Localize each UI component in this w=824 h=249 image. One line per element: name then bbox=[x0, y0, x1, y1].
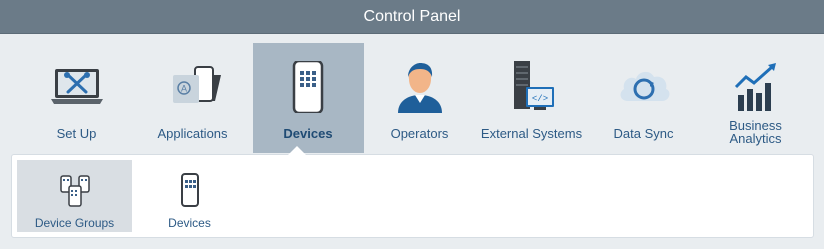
nav-item-business-analytics[interactable]: Business Analytics bbox=[700, 43, 812, 153]
server-code-icon: </> bbox=[513, 61, 554, 110]
sub-item-device-groups[interactable]: Device Groups bbox=[17, 160, 132, 232]
sub-item-label: Device Groups bbox=[34, 216, 115, 230]
smartphone-icon bbox=[292, 61, 324, 113]
cloud-sync-icon bbox=[620, 71, 669, 101]
analytics-chart-icon bbox=[734, 63, 776, 111]
applications-icon: A bbox=[172, 66, 221, 103]
nav-label: External Systems bbox=[480, 126, 583, 141]
device-groups-icon bbox=[59, 175, 90, 207]
nav-item-applications[interactable]: A Applications bbox=[137, 43, 249, 153]
sub-item-label: Devices bbox=[168, 216, 211, 230]
device-icon bbox=[180, 173, 199, 207]
nav-item-external-systems[interactable]: </> External Systems bbox=[476, 43, 588, 153]
nav-item-setup[interactable]: Set Up bbox=[21, 43, 133, 153]
nav-item-operators[interactable]: Operators bbox=[364, 43, 476, 153]
nav-item-devices[interactable]: Devices bbox=[252, 43, 364, 153]
sub-item-devices[interactable]: Devices bbox=[132, 160, 247, 232]
laptop-tools-icon bbox=[50, 69, 103, 104]
nav-label: Applications bbox=[157, 126, 228, 141]
nav-label: Set Up bbox=[56, 126, 97, 141]
nav-label: Devices bbox=[283, 126, 333, 141]
active-tab-pointer bbox=[288, 146, 306, 155]
nav-label: Business Analytics bbox=[729, 118, 782, 146]
window-title: Control Panel bbox=[363, 7, 461, 25]
nav-label: Data Sync bbox=[613, 126, 674, 141]
operator-icon bbox=[397, 63, 442, 113]
nav-label: Operators bbox=[390, 126, 449, 141]
svg-text:</>: </> bbox=[531, 94, 547, 104]
title-bar: Control Panel bbox=[0, 0, 824, 34]
nav-item-data-sync[interactable]: Data Sync bbox=[588, 43, 700, 153]
main-nav: Set Up A Applications Devices Operators … bbox=[0, 43, 824, 153]
sub-nav-panel: Device Groups Devices bbox=[11, 154, 814, 238]
svg-text:A: A bbox=[180, 84, 186, 94]
